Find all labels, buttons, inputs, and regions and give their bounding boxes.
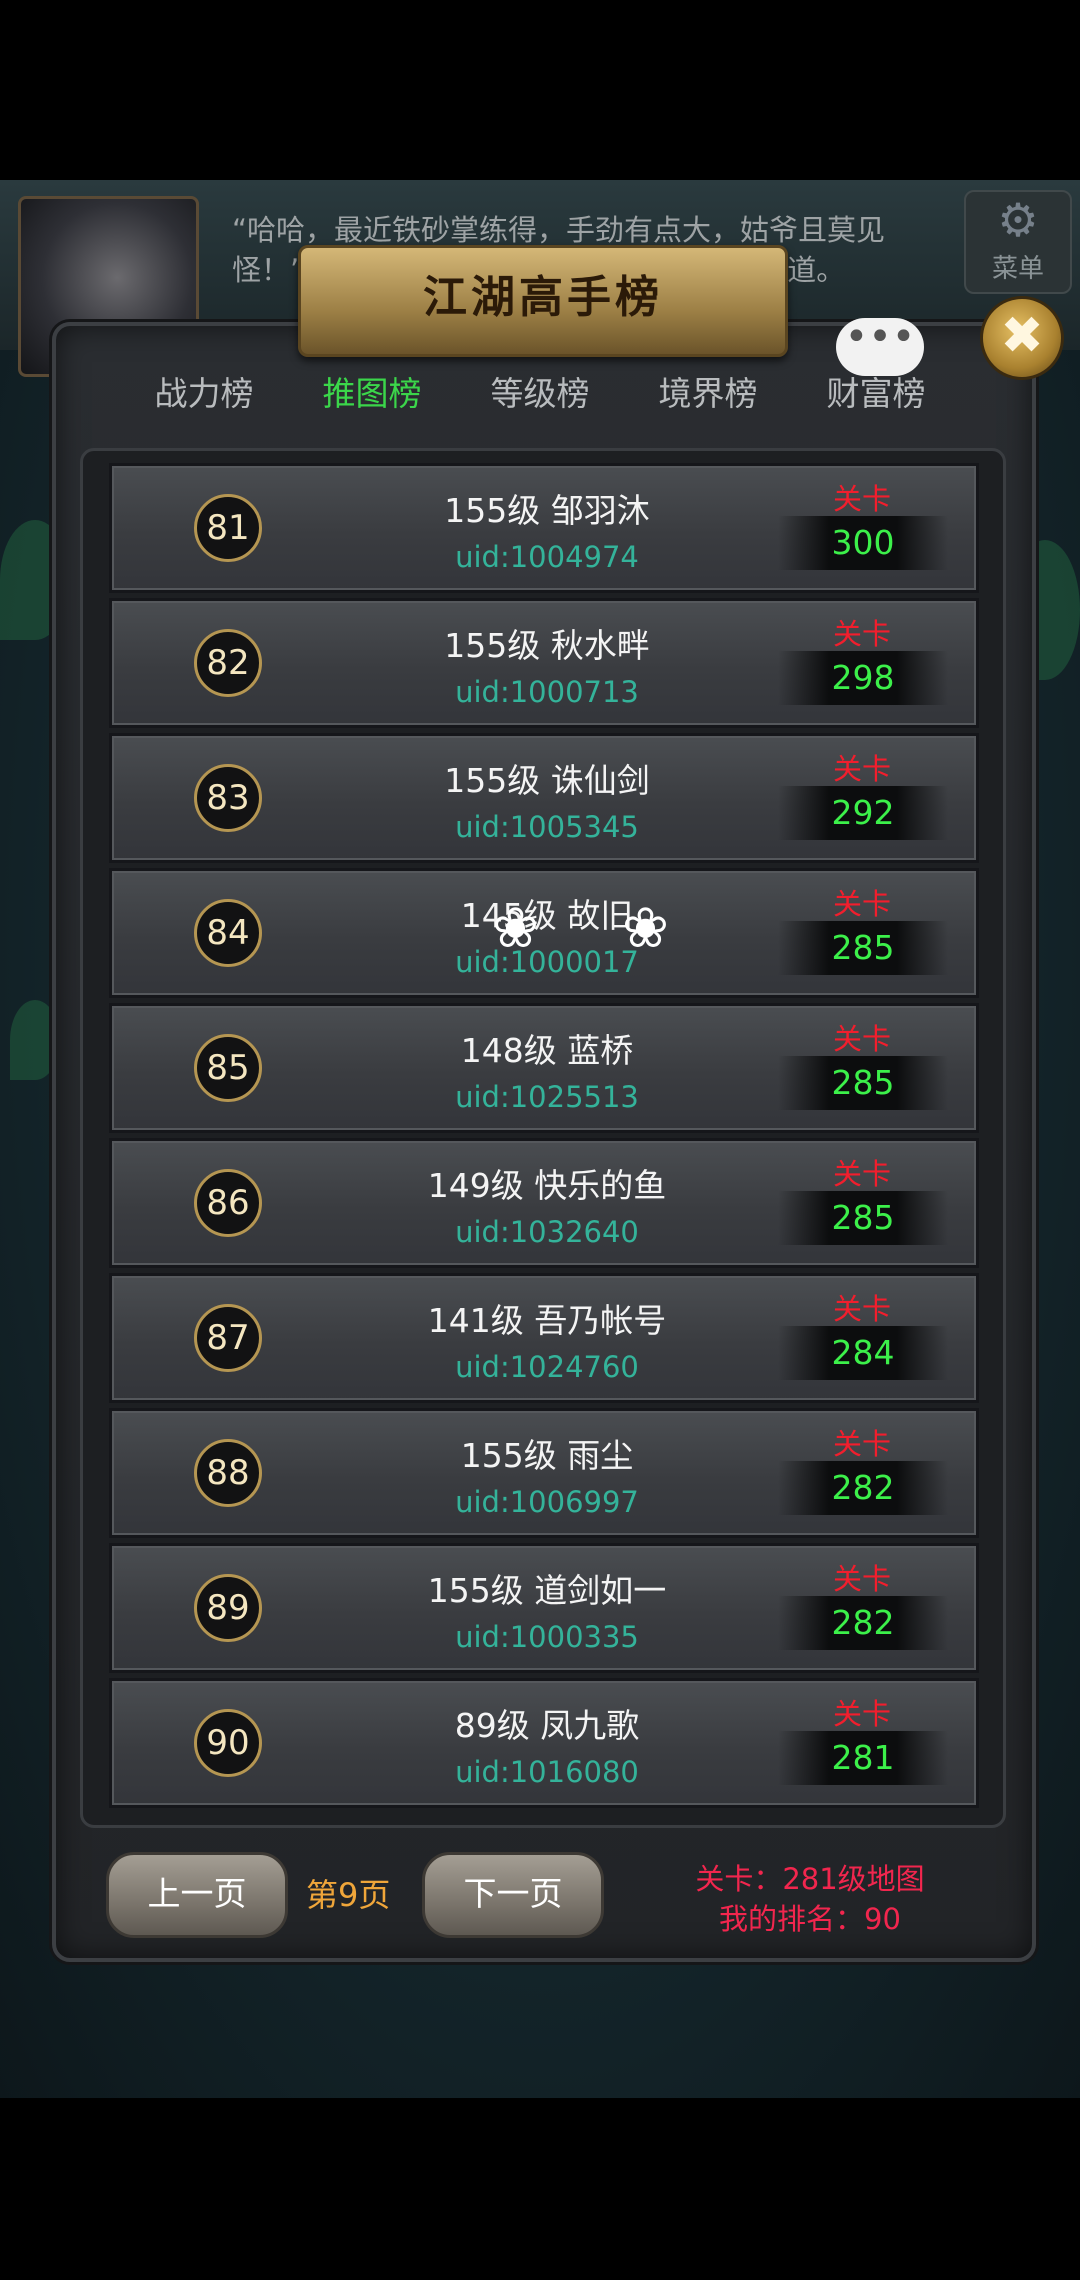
player-uid: uid:1006997 (455, 1485, 639, 1519)
stage-label: 关卡 (832, 1427, 891, 1461)
tab-realm[interactable]: 境界榜 (624, 360, 792, 428)
player-name: 149级 快乐的鱼 (427, 1166, 667, 1205)
stage-label: 关卡 (832, 1022, 891, 1056)
stage-label: 关卡 (832, 482, 891, 516)
leaderboard-title: 江湖高手榜 (298, 245, 788, 357)
stage-value: 282 (778, 1596, 948, 1650)
stage-value: 285 (778, 1191, 948, 1245)
stage-label: 关卡 (832, 617, 891, 651)
my-stage-info: 关卡：281级地图 (695, 1862, 925, 1896)
player-uid: uid:1024760 (455, 1350, 639, 1384)
next-page-button[interactable]: 下一页 (422, 1852, 604, 1938)
rank-badge: 82 (194, 629, 262, 697)
player-name: 155级 诛仙剑 (444, 761, 650, 800)
tab-power[interactable]: 战力榜 (120, 360, 288, 428)
rank-badge: 85 (194, 1034, 262, 1102)
player-name: 155级 秋水畔 (444, 626, 650, 665)
player-name: 89级 凤九歌 (454, 1706, 640, 1745)
stage-value: 300 (778, 516, 948, 570)
stage-value: 281 (778, 1731, 948, 1785)
leaderboard-row[interactable]: 87 141级 吾乃帐号 uid:1024760 关卡 284 (109, 1273, 979, 1403)
my-rank-info: 我的排名：90 (719, 1902, 901, 1936)
player-uid: uid:1004974 (455, 540, 639, 574)
rank-badge: 87 (194, 1304, 262, 1372)
stage-label: 关卡 (832, 887, 891, 921)
leaderboard-row[interactable]: 88 155级 雨尘 uid:1006997 关卡 282 (109, 1408, 979, 1538)
tab-stage[interactable]: 推图榜 (288, 360, 456, 428)
player-uid: uid:1005345 (455, 810, 639, 844)
player-name: 141级 吾乃帐号 (427, 1301, 667, 1340)
rank-badge: 90 (194, 1709, 262, 1777)
player-uid: uid:1016080 (455, 1755, 639, 1789)
leaderboard-list: 81 155级 邹羽沐 uid:1004974 关卡 300 82 155级 秋… (80, 448, 1006, 1828)
stage-label: 关卡 (832, 1292, 891, 1326)
leaderboard-row[interactable]: 86 149级 快乐的鱼 uid:1032640 关卡 285 (109, 1138, 979, 1268)
stage-value: 285 (778, 921, 948, 975)
leaderboard-row[interactable]: 85 148级 蓝桥 uid:1025513 关卡 285 (109, 1003, 979, 1133)
menu-button[interactable]: ⚙ 菜单 (964, 190, 1072, 294)
gear-icon: ⚙ (997, 193, 1039, 247)
tab-level[interactable]: 等级榜 (456, 360, 624, 428)
stage-value: 285 (778, 1056, 948, 1110)
leaderboard-row[interactable]: 81 155级 邹羽沐 uid:1004974 关卡 300 (109, 463, 979, 593)
leaderboard-row[interactable]: 89 155级 道剑如一 uid:1000335 关卡 282 (109, 1543, 979, 1673)
leaderboard-tabs: 战力榜 推图榜 等级榜 境界榜 财富榜 (120, 360, 960, 430)
prev-page-button[interactable]: 上一页 (106, 1852, 288, 1938)
stage-label: 关卡 (832, 1697, 891, 1731)
player-name: 145级 故旧 (460, 896, 634, 935)
flower-ornament-icon: ❀ (492, 896, 539, 961)
player-uid: uid:1032640 (455, 1215, 639, 1249)
leaderboard-row[interactable]: 84 145级 故旧 uid:1000017 关卡 285 ❀ ❀ (109, 868, 979, 998)
flower-ornament-icon: ❀ (622, 896, 669, 961)
rank-badge: 83 (194, 764, 262, 832)
stage-value: 284 (778, 1326, 948, 1380)
rank-badge: 81 (194, 494, 262, 562)
close-icon[interactable]: ✖ (980, 296, 1064, 380)
leaderboard-row[interactable]: 90 89级 凤九歌 uid:1016080 关卡 281 (109, 1678, 979, 1808)
leaderboard-row[interactable]: 83 155级 诛仙剑 uid:1005345 关卡 292 (109, 733, 979, 863)
player-uid: uid:1000017 (455, 945, 639, 979)
rank-badge: 88 (194, 1439, 262, 1507)
player-uid: uid:1000335 (455, 1620, 639, 1654)
stage-label: 关卡 (832, 752, 891, 786)
player-uid: uid:1000713 (455, 675, 639, 709)
player-name: 155级 道剑如一 (427, 1571, 667, 1610)
player-uid: uid:1025513 (455, 1080, 639, 1114)
player-name: 148级 蓝桥 (460, 1031, 634, 1070)
player-name: 155级 邹羽沐 (444, 491, 650, 530)
player-name: 155级 雨尘 (460, 1436, 634, 1475)
stage-value: 298 (778, 651, 948, 705)
tab-wealth[interactable]: 财富榜 (792, 360, 960, 428)
rank-badge: 84 (194, 899, 262, 967)
page-indicator: 第9页 (306, 1876, 391, 1914)
rank-badge: 86 (194, 1169, 262, 1237)
leaderboard-row[interactable]: 82 155级 秋水畔 uid:1000713 关卡 298 (109, 598, 979, 728)
menu-label: 菜单 (991, 254, 1044, 284)
stage-label: 关卡 (832, 1562, 891, 1596)
rank-badge: 89 (194, 1574, 262, 1642)
chat-line-1: “哈哈，最近铁砂掌练得，手劲有点大，姑爷且莫见 (232, 213, 886, 247)
stage-label: 关卡 (832, 1157, 891, 1191)
stage-value: 292 (778, 786, 948, 840)
stage-value: 282 (778, 1461, 948, 1515)
